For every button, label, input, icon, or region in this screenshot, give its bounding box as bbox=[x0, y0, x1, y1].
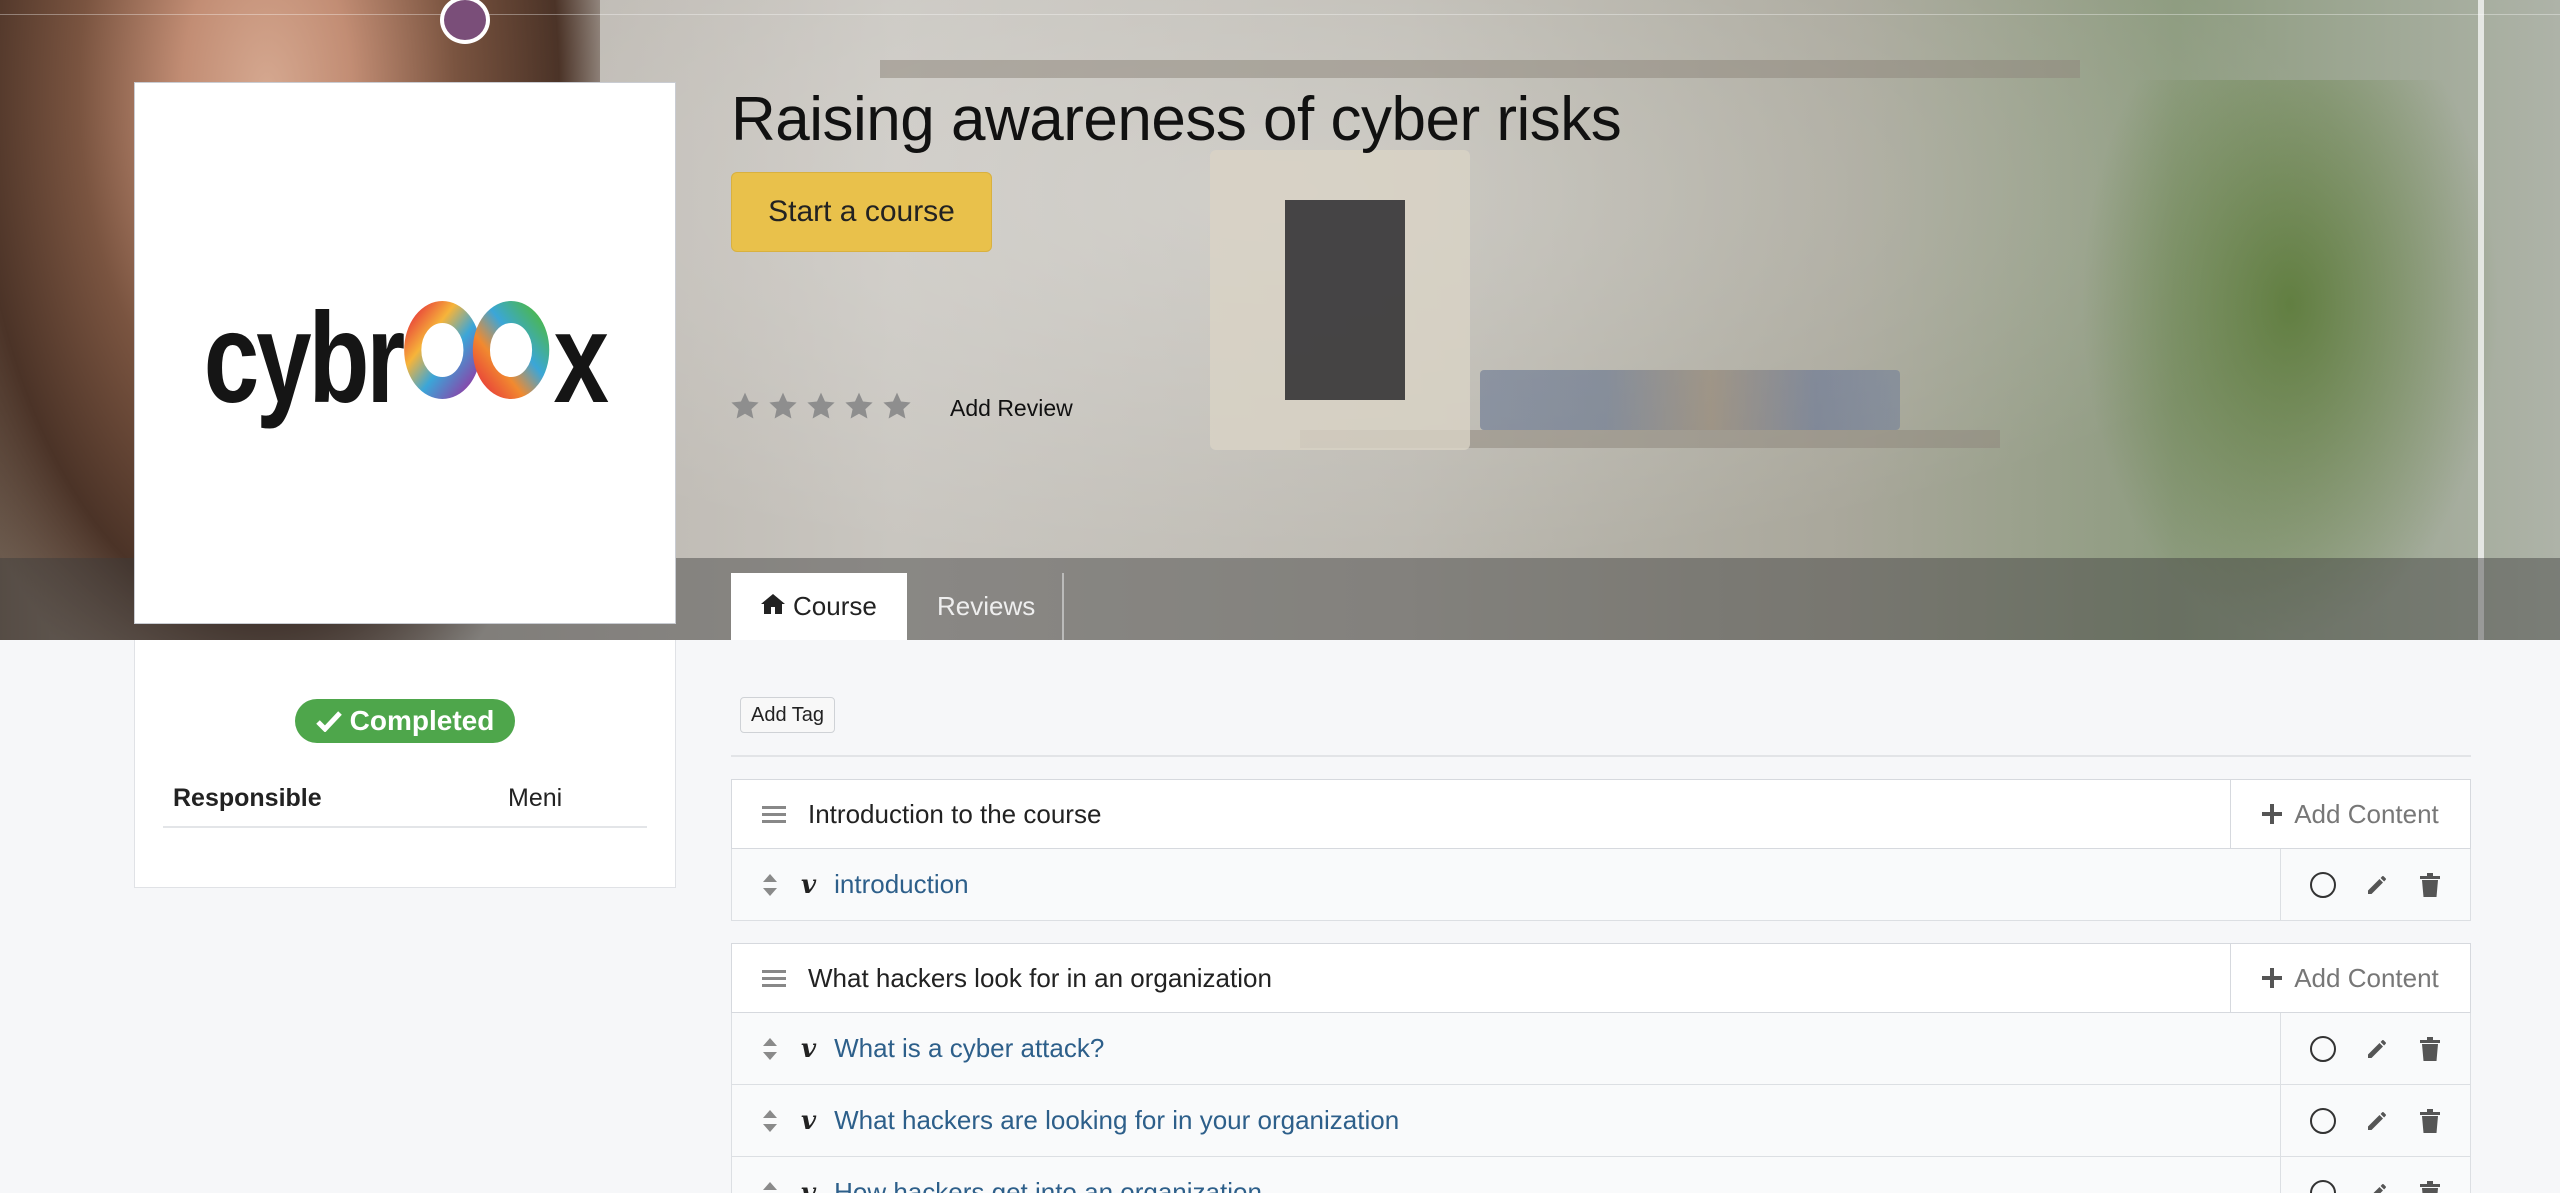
content-link[interactable]: What hackers are looking for in your org… bbox=[834, 1105, 2280, 1136]
sort-icon[interactable] bbox=[761, 1109, 779, 1133]
tab-reviews[interactable]: Reviews bbox=[907, 573, 1064, 640]
star-icon[interactable] bbox=[767, 390, 799, 422]
rating-stars[interactable] bbox=[729, 390, 913, 422]
divider bbox=[163, 826, 647, 828]
list-item: v introduction bbox=[731, 849, 2471, 921]
trash-icon[interactable] bbox=[2419, 1108, 2441, 1133]
add-content-button[interactable]: Add Content bbox=[2230, 944, 2470, 1012]
list-item: v What is a cyber attack? bbox=[731, 1013, 2471, 1085]
content-link[interactable]: What is a cyber attack? bbox=[834, 1033, 2280, 1064]
status-badge: Completed bbox=[295, 699, 515, 743]
star-icon[interactable] bbox=[729, 390, 761, 422]
cybrox-logo: cybr x bbox=[203, 285, 609, 432]
add-review-link[interactable]: Add Review bbox=[950, 395, 1073, 422]
plus-icon bbox=[2262, 804, 2283, 824]
sort-icon[interactable] bbox=[761, 1037, 779, 1061]
tab-course[interactable]: Course bbox=[731, 573, 907, 640]
trash-icon[interactable] bbox=[2419, 872, 2441, 897]
pencil-icon[interactable] bbox=[2365, 1109, 2389, 1133]
completion-circle-icon[interactable] bbox=[2309, 1107, 2336, 1134]
drag-handle-icon[interactable] bbox=[762, 804, 786, 824]
plus-icon bbox=[2262, 968, 2283, 988]
responsible-value: Meni bbox=[508, 784, 563, 812]
vimeo-icon: v bbox=[801, 1105, 817, 1136]
completion-circle-icon[interactable] bbox=[2309, 871, 2336, 898]
section-title: Introduction to the course bbox=[808, 798, 1102, 829]
drag-handle-icon[interactable] bbox=[762, 968, 786, 988]
list-item: v What hackers are looking for in your o… bbox=[731, 1085, 2471, 1157]
section-header: What hackers look for in an organization… bbox=[731, 943, 2471, 1013]
content-link[interactable]: introduction bbox=[834, 869, 2280, 900]
vimeo-icon: v bbox=[801, 1033, 817, 1064]
add-content-button[interactable]: Add Content bbox=[2230, 780, 2470, 848]
course-logo: cybr x bbox=[134, 82, 676, 624]
content-link[interactable]: How hackers get into an organization bbox=[834, 1177, 2280, 1193]
vimeo-icon: v bbox=[801, 869, 817, 900]
check-icon bbox=[315, 711, 342, 732]
sort-icon[interactable] bbox=[761, 1181, 779, 1193]
trash-icon[interactable] bbox=[2419, 1036, 2441, 1061]
star-icon[interactable] bbox=[805, 390, 837, 422]
star-icon[interactable] bbox=[843, 390, 875, 422]
list-item: v How hackers get into an organization bbox=[731, 1157, 2471, 1193]
pencil-icon[interactable] bbox=[2365, 1181, 2389, 1193]
vimeo-icon: v bbox=[801, 1177, 817, 1193]
section-title: What hackers look for in an organization bbox=[808, 962, 1272, 993]
section-header: Introduction to the course Add Content bbox=[731, 779, 2471, 849]
completion-circle-icon[interactable] bbox=[2309, 1035, 2336, 1062]
course-title: Raising awareness of cyber risks bbox=[731, 85, 1622, 154]
completion-circle-icon[interactable] bbox=[2309, 1179, 2336, 1193]
add-tag-button[interactable]: Add Tag bbox=[740, 697, 836, 733]
divider bbox=[731, 755, 2471, 757]
tab-label: Reviews bbox=[937, 591, 1036, 621]
start-course-button[interactable]: Start a course bbox=[731, 172, 992, 252]
tab-label: Course bbox=[793, 591, 877, 621]
responsible-label: Responsible bbox=[173, 784, 322, 812]
pencil-icon[interactable] bbox=[2365, 873, 2389, 897]
trash-icon[interactable] bbox=[2419, 1180, 2441, 1193]
course-sidebar bbox=[134, 640, 676, 888]
sort-icon[interactable] bbox=[761, 873, 779, 897]
home-icon bbox=[761, 591, 785, 622]
infinity-logo-icon bbox=[404, 285, 552, 432]
pencil-icon[interactable] bbox=[2365, 1037, 2389, 1061]
star-icon[interactable] bbox=[881, 390, 913, 422]
